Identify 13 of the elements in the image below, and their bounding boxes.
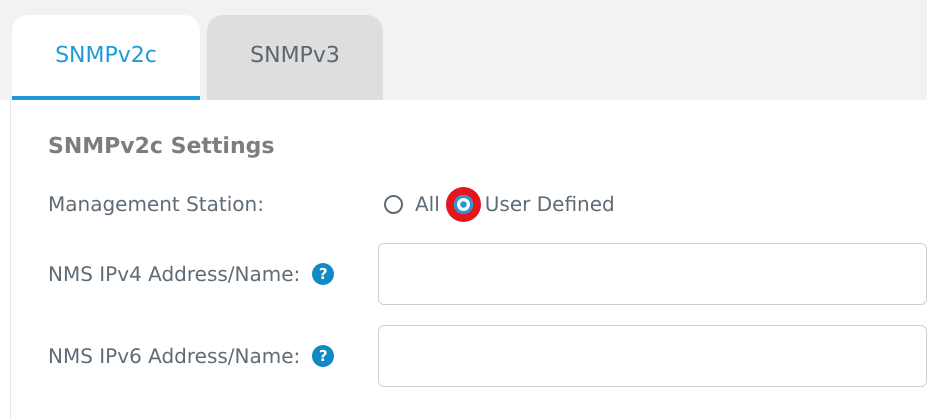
section-title: SNMPv2c Settings [48,133,276,161]
tab[interactable]: SNMPv2c [12,15,200,100]
radio-button[interactable] [384,194,403,214]
input-field[interactable] [378,243,927,305]
field-label: Management Station: [48,191,264,218]
radio-label: All [415,191,440,218]
tab[interactable]: SNMPv3 [207,15,383,100]
radio-label: User Defined [484,191,615,218]
help-icon[interactable]: ? [312,263,334,285]
input-field[interactable] [378,325,927,387]
field-label: NMS IPv4 Address/Name: [48,261,300,288]
field-label: NMS IPv6 Address/Name: [48,343,300,370]
help-icon[interactable]: ? [312,345,334,367]
